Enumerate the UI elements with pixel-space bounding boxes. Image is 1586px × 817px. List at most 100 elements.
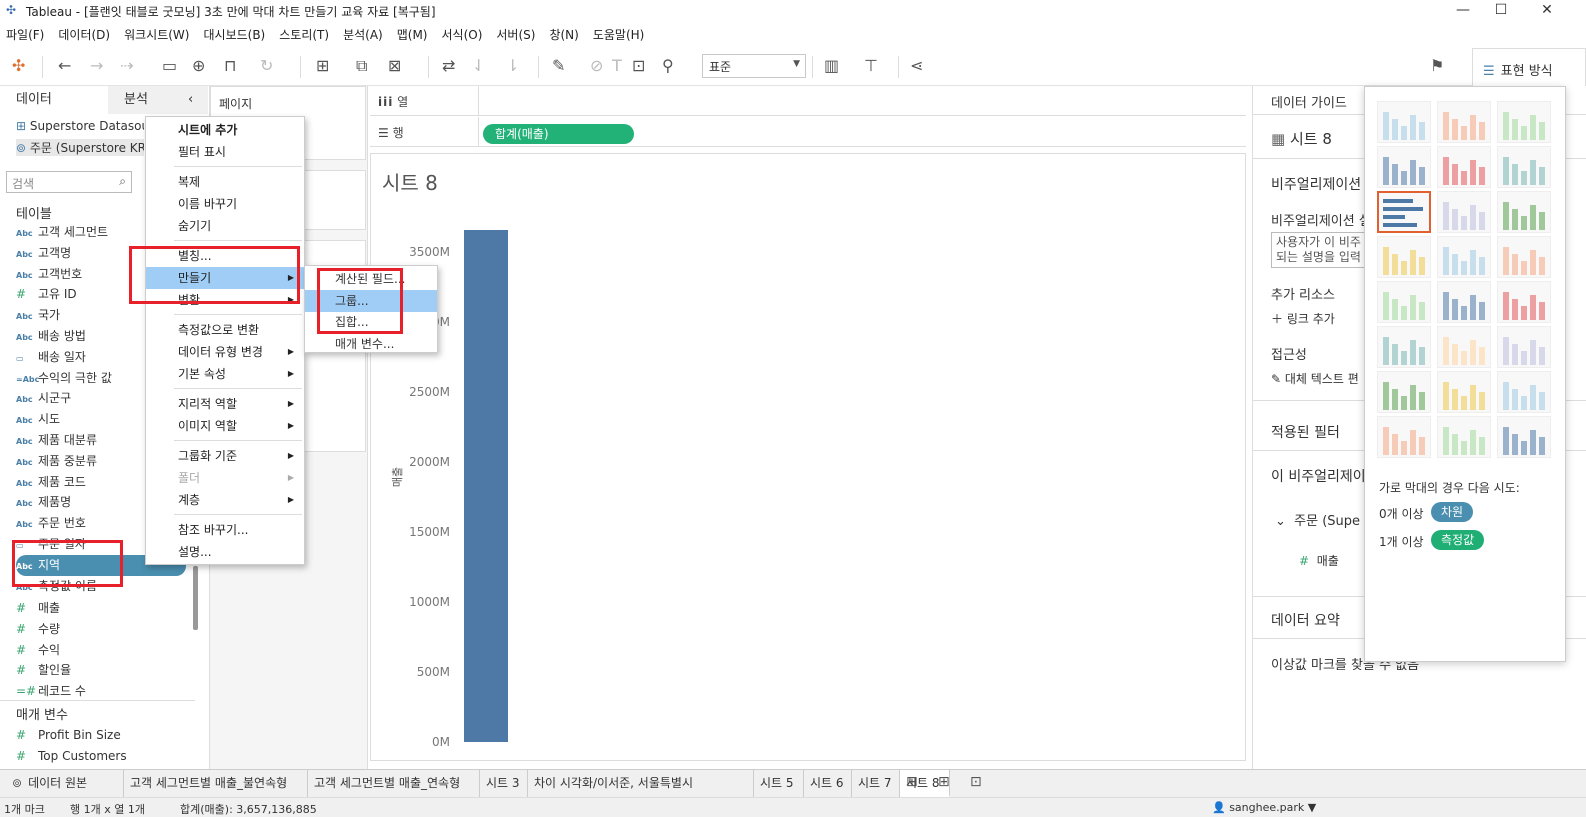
datasource-item[interactable]: ⊞ Superstore Datasource [16, 119, 144, 133]
context-menu-item[interactable]: 그룹화 기준 ▶ [146, 445, 304, 467]
context-menu-item[interactable]: 복제 [146, 171, 304, 193]
chart-type-thumbnail[interactable] [1377, 191, 1431, 233]
field-item[interactable]: # 매출 [16, 598, 60, 619]
field-scrollbar[interactable] [193, 566, 198, 630]
field-item[interactable]: # 고유 ID [16, 284, 77, 305]
field-item[interactable]: Abc 배송 방법 [16, 326, 86, 347]
share-icon[interactable]: ⋖ [910, 56, 923, 75]
tab-datasource[interactable]: ⊚ 데이터 원본 [0, 770, 124, 797]
chart-type-thumbnail[interactable] [1497, 101, 1551, 143]
field-item[interactable]: Abc 주문 번호 [16, 513, 86, 534]
field-item[interactable]: Abc 제품명 [16, 492, 71, 513]
menu-item-6[interactable]: 맵(M) [391, 26, 436, 43]
context-menu-item[interactable]: 이름 바꾸기 [146, 193, 304, 215]
sort-desc-icon[interactable]: ⇂ [506, 56, 519, 75]
menu-item-9[interactable]: 창(N) [543, 26, 586, 43]
new-dashboard-icon[interactable]: ⊞ [938, 774, 950, 790]
field-item[interactable]: # 수량 [16, 619, 60, 640]
chart-type-thumbnail[interactable] [1497, 236, 1551, 278]
sheet-tab[interactable]: 차이 시각화/이서준, 서울특별시 [528, 770, 754, 797]
pause-updates-icon[interactable]: ⊓ [224, 56, 236, 75]
format-painter-icon[interactable]: ⚑ [1430, 56, 1444, 75]
group-icon[interactable]: ⊘ [590, 56, 603, 75]
chart-type-thumbnail[interactable] [1437, 371, 1491, 413]
user-menu[interactable]: 👤 sanghee.park ▼ [1212, 801, 1316, 814]
menu-item-2[interactable]: 워크시트(W) [118, 26, 197, 43]
field-item[interactable]: =Abc수익의 극한 값 [16, 368, 112, 389]
field-item[interactable]: Abc 제품 대분류 [16, 430, 97, 451]
showme-tab[interactable]: ☰ 표현 방식 [1472, 48, 1586, 86]
field-item[interactable]: Abc 국가 [16, 305, 60, 326]
field-item[interactable]: Abc 제품 코드 [16, 472, 86, 493]
new-worksheet-icon[interactable]: ⊞ [906, 774, 918, 790]
sheet-tab[interactable]: 시트 5 [754, 770, 804, 797]
sheet-tab[interactable]: 고객 세그먼트별 매출_연속형 [308, 770, 480, 797]
context-menu-item[interactable]: 숨기기 [146, 215, 304, 237]
menu-item-0[interactable]: 파일(F) [0, 26, 52, 43]
chart-type-thumbnail[interactable] [1437, 191, 1491, 233]
text-icon[interactable]: ⊡ [632, 56, 645, 75]
field-item[interactable]: # 할인율 [16, 660, 71, 681]
presentation-icon[interactable]: ⊤ [864, 56, 878, 75]
chart-type-thumbnail[interactable] [1497, 191, 1551, 233]
context-menu-item[interactable]: 데이터 유형 변경 ▶ [146, 341, 304, 363]
chart-type-thumbnail[interactable] [1377, 326, 1431, 368]
chart-type-thumbnail[interactable] [1377, 416, 1431, 458]
context-menu-item[interactable]: 필터 표시 [146, 141, 304, 163]
source-expander[interactable]: ⌄ 주문 (Supe [1275, 510, 1360, 529]
menu-item-7[interactable]: 서식(O) [436, 26, 491, 43]
chart-type-thumbnail[interactable] [1437, 236, 1491, 278]
menu-item-1[interactable]: 데이터(D) [52, 26, 118, 43]
chart-type-thumbnail[interactable] [1377, 371, 1431, 413]
sheet-tab[interactable]: 시트 3 [480, 770, 528, 797]
new-datasource-icon[interactable]: ⊕ [192, 56, 205, 75]
chart-type-thumbnail[interactable] [1497, 146, 1551, 188]
menu-item-4[interactable]: 스토리(T) [273, 26, 337, 43]
columns-shelf[interactable]: iii 열 [370, 86, 1246, 116]
context-menu-item[interactable]: 지리적 역할 ▶ [146, 393, 304, 415]
chart-type-thumbnail[interactable] [1437, 416, 1491, 458]
undo-icon[interactable]: ← [58, 56, 71, 75]
context-menu-item[interactable]: 참조 바꾸기... [146, 519, 304, 541]
sheet-tab[interactable]: 시트 7 [852, 770, 900, 797]
chart-type-thumbnail[interactable] [1377, 236, 1431, 278]
context-menu-item[interactable]: 이미지 역할 ▶ [146, 415, 304, 437]
context-menu-item[interactable]: 계층 ▶ [146, 489, 304, 511]
field-item[interactable]: Abc 고객명 [16, 243, 71, 264]
context-menu-item[interactable]: 폴더 ▶ [146, 467, 304, 489]
add-link-button[interactable]: ＋ 링크 추가 [1271, 310, 1335, 327]
chart-type-thumbnail[interactable] [1377, 101, 1431, 143]
sort-asc-icon[interactable]: ⇃ [472, 56, 485, 75]
field-item[interactable]: # Profit Bin Size [16, 725, 121, 746]
maximize-button[interactable]: ☐ [1478, 0, 1524, 22]
alt-text-button[interactable]: ✎ 대체 텍스트 편 [1271, 370, 1359, 387]
replace-data-icon[interactable]: ⇢ [120, 56, 133, 75]
bar-sales[interactable] [464, 230, 508, 742]
menu-item-10[interactable]: 도움말(H) [587, 26, 653, 43]
chart-type-thumbnail[interactable] [1437, 281, 1491, 323]
chart-type-thumbnail[interactable] [1497, 371, 1551, 413]
viz-desc-input[interactable]: 사용자가 이 비주 되는 설명을 입력 [1271, 232, 1367, 268]
label-icon[interactable]: T [612, 56, 622, 75]
chart-type-thumbnail[interactable] [1437, 101, 1491, 143]
close-button[interactable]: ✕ [1524, 0, 1570, 22]
sheet-tab[interactable]: 고객 세그먼트별 매출_불연속형 [124, 770, 308, 797]
field-item[interactable]: # Top Customers [16, 746, 127, 767]
tab-data[interactable]: 데이터 [0, 86, 108, 114]
highlight-icon[interactable]: ✎ [552, 56, 565, 75]
duplicate-sheet-icon[interactable]: ⧉ [356, 56, 367, 76]
field-item[interactable]: Abc 고객 세그먼트 [16, 222, 108, 243]
field-item[interactable]: Abc 시도 [16, 409, 60, 430]
menu-item-8[interactable]: 서버(S) [490, 26, 543, 43]
field-item[interactable]: ▭ 배송 일자 [16, 347, 86, 368]
chart-type-thumbnail[interactable] [1497, 326, 1551, 368]
chart-type-thumbnail[interactable] [1437, 326, 1491, 368]
fit-select[interactable]: 표준 ▼ [702, 54, 806, 78]
chart-type-thumbnail[interactable] [1497, 416, 1551, 458]
datasource-item-selected[interactable]: ⊚ 주문 (Superstore KR) [16, 139, 144, 156]
chart-type-thumbnail[interactable] [1437, 146, 1491, 188]
redo-icon[interactable]: → [90, 56, 103, 75]
pin-icon[interactable]: ⚲ [662, 56, 674, 75]
row-pill-sum-sales[interactable]: 합계(매출) [483, 124, 634, 144]
clear-sheet-icon[interactable]: ⊠ [388, 56, 401, 75]
